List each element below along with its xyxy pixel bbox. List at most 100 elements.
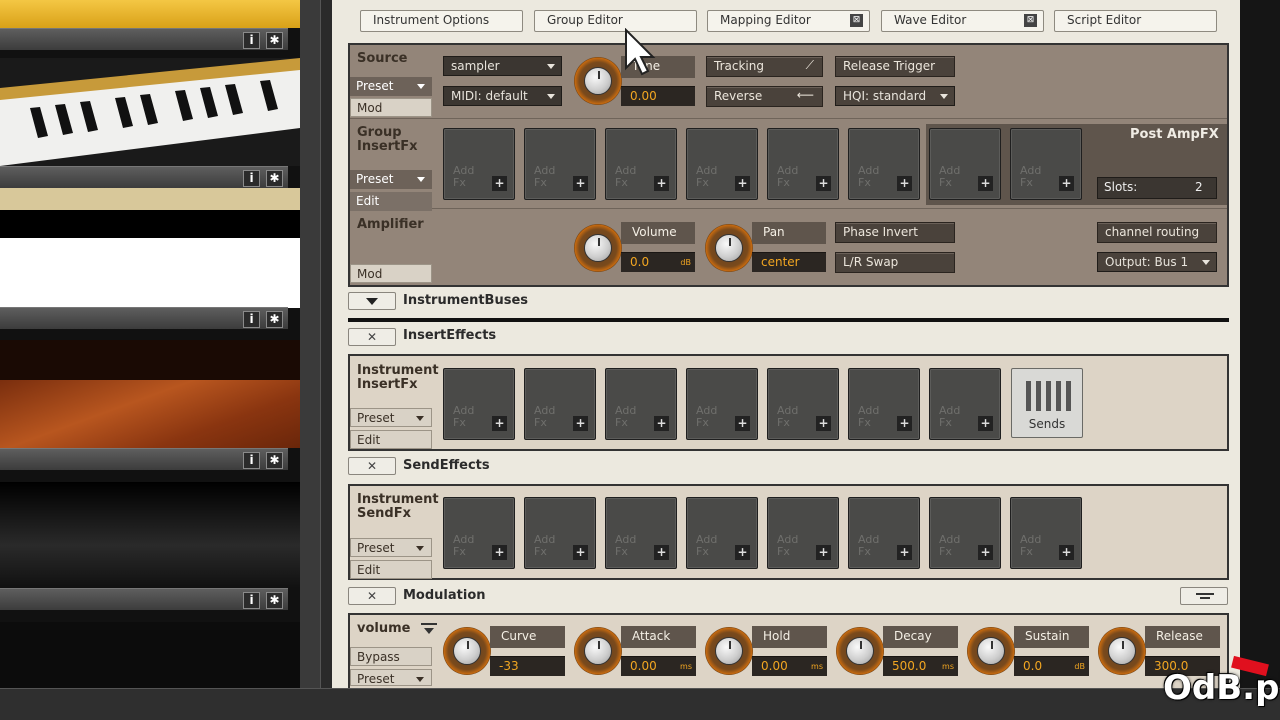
info-icon[interactable]: i (243, 592, 260, 609)
expand-icon[interactable]: ⊠ (1024, 14, 1037, 27)
plus-icon[interactable]: + (735, 176, 750, 191)
instrument-send-edit-button[interactable]: Edit (350, 560, 432, 579)
amplifier-mod-button[interactable]: Mod (350, 264, 432, 283)
library-image-gold[interactable] (0, 0, 300, 28)
mod-preset-button[interactable]: Preset (350, 669, 432, 686)
modulation-close-button[interactable]: ✕ (348, 587, 396, 605)
expand-icon[interactable]: ⊠ (850, 14, 863, 27)
tab-script-editor[interactable]: Script Editor (1054, 10, 1217, 32)
fx-slot[interactable]: Add Fx + (848, 497, 920, 569)
hold-knob[interactable] (705, 627, 753, 675)
tab-mapping-editor[interactable]: Mapping Editor ⊠ (707, 10, 870, 32)
fx-slot[interactable]: Add Fx + (1010, 128, 1082, 200)
plus-icon[interactable]: + (1059, 176, 1074, 191)
plus-icon[interactable]: + (978, 545, 993, 560)
sustain-value-field[interactable]: 0.0 dB (1014, 656, 1089, 676)
tune-knob[interactable] (574, 57, 622, 105)
pan-knob[interactable] (705, 224, 753, 272)
info-icon[interactable]: i (243, 32, 260, 49)
tab-wave-editor[interactable]: Wave Editor ⊠ (881, 10, 1044, 32)
group-insert-edit-button[interactable]: Edit (350, 192, 432, 211)
fx-slot[interactable]: Add Fx + (848, 368, 920, 440)
fx-slot[interactable]: Add Fx + (929, 128, 1001, 200)
fx-slot[interactable]: Add Fx + (929, 368, 1001, 440)
midi-dropdown[interactable]: MIDI: default (443, 86, 562, 106)
decay-knob[interactable] (836, 627, 884, 675)
mod-target-menu-icon[interactable] (421, 623, 437, 635)
plus-icon[interactable]: + (492, 545, 507, 560)
attack-value-field[interactable]: 0.00 ms (621, 656, 696, 676)
decay-value-field[interactable]: 500.0 ms (883, 656, 958, 676)
plus-icon[interactable]: + (573, 176, 588, 191)
gear-icon[interactable]: ✱ (266, 452, 283, 469)
volume-knob[interactable] (574, 224, 622, 272)
plus-icon[interactable]: + (897, 416, 912, 431)
insert-effects-close-button[interactable]: ✕ (348, 328, 396, 346)
sends-module[interactable]: Sends (1011, 368, 1083, 438)
reverse-button[interactable]: Reverse ⟵ (706, 86, 823, 107)
plus-icon[interactable]: + (816, 176, 831, 191)
tune-value[interactable]: 0.00 (621, 86, 695, 106)
source-mode-dropdown[interactable]: sampler (443, 56, 562, 76)
source-mod-button[interactable]: Mod (350, 98, 432, 117)
plus-icon[interactable]: + (897, 176, 912, 191)
bypass-button[interactable]: Bypass (350, 647, 432, 666)
output-dropdown[interactable]: Output: Bus 1 (1097, 252, 1217, 272)
release-knob[interactable] (1098, 627, 1146, 675)
gear-icon[interactable]: ✱ (266, 170, 283, 187)
library-image-wood[interactable] (0, 340, 300, 448)
fx-slot[interactable]: Add Fx + (686, 128, 758, 200)
info-icon[interactable]: i (243, 170, 260, 187)
plus-icon[interactable]: + (492, 176, 507, 191)
plus-icon[interactable]: + (573, 545, 588, 560)
group-insert-preset-button[interactable]: Preset (350, 170, 432, 189)
plus-icon[interactable]: + (654, 545, 669, 560)
volume-value-field[interactable]: 0.0 dB (621, 252, 695, 272)
library-image-dark[interactable] (0, 622, 300, 688)
fx-slot[interactable]: Add Fx + (1010, 497, 1082, 569)
attack-knob[interactable] (574, 627, 622, 675)
fx-slot[interactable]: Add Fx + (524, 128, 596, 200)
curve-value-field[interactable]: -33 (490, 656, 565, 676)
pan-value[interactable]: center (752, 252, 826, 272)
phase-invert-button[interactable]: Phase Invert (835, 222, 955, 243)
fx-slot[interactable]: Add Fx + (767, 497, 839, 569)
source-preset-button[interactable]: Preset (350, 77, 432, 96)
send-effects-close-button[interactable]: ✕ (348, 457, 396, 475)
plus-icon[interactable]: + (816, 416, 831, 431)
plus-icon[interactable]: + (654, 176, 669, 191)
instrument-send-preset-button[interactable]: Preset (350, 538, 432, 557)
fx-slot[interactable]: Add Fx + (605, 368, 677, 440)
library-image-piano[interactable] (0, 58, 300, 166)
release-trigger-button[interactable]: Release Trigger (835, 56, 955, 77)
fx-slot[interactable]: Add Fx + (443, 128, 515, 200)
plus-icon[interactable]: + (816, 545, 831, 560)
tab-group-editor[interactable]: Group Editor (534, 10, 697, 32)
library-image-white[interactable] (0, 210, 300, 308)
channel-routing-button[interactable]: channel routing (1097, 222, 1217, 243)
plus-icon[interactable]: + (1059, 545, 1074, 560)
fx-slot[interactable]: Add Fx + (443, 368, 515, 440)
library-image-black[interactable] (0, 482, 300, 588)
plus-icon[interactable]: + (654, 416, 669, 431)
gear-icon[interactable]: ✱ (266, 592, 283, 609)
plus-icon[interactable]: + (978, 176, 993, 191)
hqi-dropdown[interactable]: HQI: standard (835, 86, 955, 106)
fx-slot[interactable]: Add Fx + (767, 368, 839, 440)
library-scrollbar[interactable] (300, 0, 320, 688)
instrument-insert-edit-button[interactable]: Edit (350, 430, 432, 449)
gear-icon[interactable]: ✱ (266, 311, 283, 328)
gear-icon[interactable]: ✱ (266, 32, 283, 49)
fx-slot[interactable]: Add Fx + (686, 497, 758, 569)
fx-slot[interactable]: Add Fx + (605, 497, 677, 569)
fx-slot[interactable]: Add Fx + (605, 128, 677, 200)
plus-icon[interactable]: + (897, 545, 912, 560)
plus-icon[interactable]: + (978, 416, 993, 431)
instrument-buses-toggle[interactable] (348, 292, 396, 310)
panel-divider[interactable] (320, 0, 332, 688)
tracking-button[interactable]: Tracking ⟋ (706, 56, 823, 77)
plus-icon[interactable]: + (735, 545, 750, 560)
info-icon[interactable]: i (243, 311, 260, 328)
fx-slot[interactable]: Add Fx + (443, 497, 515, 569)
lr-swap-button[interactable]: L/R Swap (835, 252, 955, 273)
